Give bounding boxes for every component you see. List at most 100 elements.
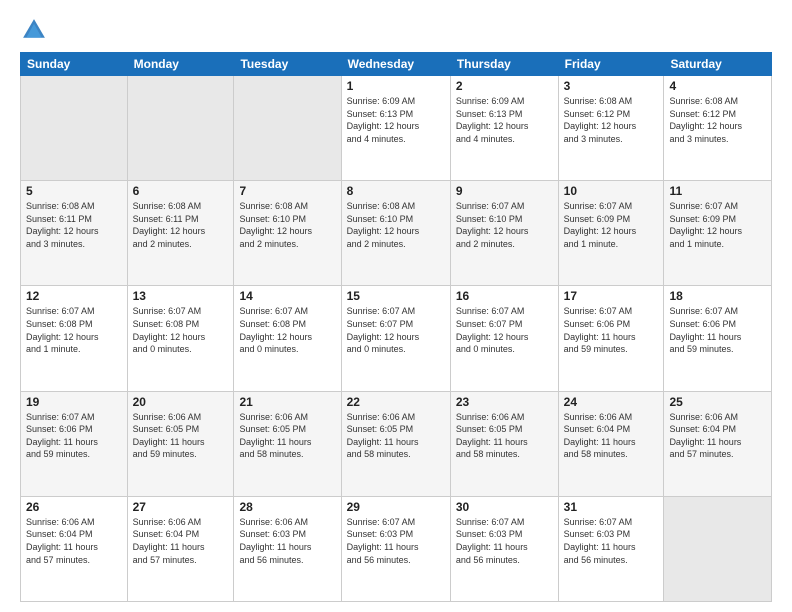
day-info: Sunrise: 6:07 AM Sunset: 6:08 PM Dayligh…	[26, 305, 122, 355]
calendar-cell: 3 Sunrise: 6:08 AM Sunset: 6:12 PM Daylig…	[558, 76, 664, 181]
calendar-cell: 26 Sunrise: 6:06 AM Sunset: 6:04 PM Dayli…	[21, 496, 128, 601]
weekday-header-sunday: Sunday	[21, 53, 128, 76]
day-number: 1	[347, 79, 445, 93]
day-number: 2	[456, 79, 553, 93]
day-info: Sunrise: 6:07 AM Sunset: 6:03 PM Dayligh…	[564, 516, 659, 566]
day-info: Sunrise: 6:08 AM Sunset: 6:11 PM Dayligh…	[26, 200, 122, 250]
weekday-header-tuesday: Tuesday	[234, 53, 341, 76]
day-info: Sunrise: 6:08 AM Sunset: 6:10 PM Dayligh…	[347, 200, 445, 250]
week-row-3: 12 Sunrise: 6:07 AM Sunset: 6:08 PM Dayli…	[21, 286, 772, 391]
day-number: 23	[456, 395, 553, 409]
calendar-cell: 17 Sunrise: 6:07 AM Sunset: 6:06 PM Dayli…	[558, 286, 664, 391]
day-number: 4	[669, 79, 766, 93]
calendar-cell: 13 Sunrise: 6:07 AM Sunset: 6:08 PM Dayli…	[127, 286, 234, 391]
day-number: 3	[564, 79, 659, 93]
logo	[20, 16, 52, 44]
day-info: Sunrise: 6:07 AM Sunset: 6:07 PM Dayligh…	[347, 305, 445, 355]
day-info: Sunrise: 6:07 AM Sunset: 6:03 PM Dayligh…	[456, 516, 553, 566]
day-number: 10	[564, 184, 659, 198]
calendar-cell: 24 Sunrise: 6:06 AM Sunset: 6:04 PM Dayli…	[558, 391, 664, 496]
day-info: Sunrise: 6:07 AM Sunset: 6:06 PM Dayligh…	[564, 305, 659, 355]
day-number: 26	[26, 500, 122, 514]
week-row-1: 1 Sunrise: 6:09 AM Sunset: 6:13 PM Daylig…	[21, 76, 772, 181]
calendar: SundayMondayTuesdayWednesdayThursdayFrid…	[20, 52, 772, 602]
calendar-cell: 25 Sunrise: 6:06 AM Sunset: 6:04 PM Dayli…	[664, 391, 772, 496]
day-info: Sunrise: 6:07 AM Sunset: 6:03 PM Dayligh…	[347, 516, 445, 566]
day-info: Sunrise: 6:08 AM Sunset: 6:12 PM Dayligh…	[564, 95, 659, 145]
calendar-cell: 10 Sunrise: 6:07 AM Sunset: 6:09 PM Dayli…	[558, 181, 664, 286]
calendar-cell: 12 Sunrise: 6:07 AM Sunset: 6:08 PM Dayli…	[21, 286, 128, 391]
calendar-cell: 22Sunrise: 6:06 AM Sunset: 6:05 PM Dayli…	[341, 391, 450, 496]
day-info: Sunrise: 6:07 AM Sunset: 6:06 PM Dayligh…	[26, 411, 122, 461]
calendar-cell	[21, 76, 128, 181]
calendar-cell: 4Sunrise: 6:08 AM Sunset: 6:12 PM Daylig…	[664, 76, 772, 181]
calendar-cell: 19 Sunrise: 6:07 AM Sunset: 6:06 PM Dayli…	[21, 391, 128, 496]
calendar-cell: 11Sunrise: 6:07 AM Sunset: 6:09 PM Dayli…	[664, 181, 772, 286]
day-info: Sunrise: 6:09 AM Sunset: 6:13 PM Dayligh…	[347, 95, 445, 145]
day-number: 28	[239, 500, 335, 514]
weekday-header-saturday: Saturday	[664, 53, 772, 76]
page: SundayMondayTuesdayWednesdayThursdayFrid…	[0, 0, 792, 612]
calendar-cell: 6Sunrise: 6:08 AM Sunset: 6:11 PM Daylig…	[127, 181, 234, 286]
day-info: Sunrise: 6:07 AM Sunset: 6:07 PM Dayligh…	[456, 305, 553, 355]
day-info: Sunrise: 6:06 AM Sunset: 6:03 PM Dayligh…	[239, 516, 335, 566]
day-number: 6	[133, 184, 229, 198]
day-number: 9	[456, 184, 553, 198]
day-number: 15	[347, 289, 445, 303]
day-number: 17	[564, 289, 659, 303]
day-number: 5	[26, 184, 122, 198]
calendar-cell: 31 Sunrise: 6:07 AM Sunset: 6:03 PM Dayli…	[558, 496, 664, 601]
day-info: Sunrise: 6:06 AM Sunset: 6:04 PM Dayligh…	[564, 411, 659, 461]
weekday-header-row: SundayMondayTuesdayWednesdayThursdayFrid…	[21, 53, 772, 76]
day-number: 16	[456, 289, 553, 303]
day-number: 31	[564, 500, 659, 514]
weekday-header-wednesday: Wednesday	[341, 53, 450, 76]
day-info: Sunrise: 6:06 AM Sunset: 6:04 PM Dayligh…	[26, 516, 122, 566]
calendar-cell: 2Sunrise: 6:09 AM Sunset: 6:13 PM Daylig…	[450, 76, 558, 181]
day-info: Sunrise: 6:08 AM Sunset: 6:10 PM Dayligh…	[239, 200, 335, 250]
calendar-cell	[664, 496, 772, 601]
weekday-header-monday: Monday	[127, 53, 234, 76]
day-number: 30	[456, 500, 553, 514]
calendar-cell: 21 Sunrise: 6:06 AM Sunset: 6:05 PM Dayli…	[234, 391, 341, 496]
day-info: Sunrise: 6:07 AM Sunset: 6:08 PM Dayligh…	[239, 305, 335, 355]
calendar-cell: 30 Sunrise: 6:07 AM Sunset: 6:03 PM Dayli…	[450, 496, 558, 601]
calendar-cell: 29 Sunrise: 6:07 AM Sunset: 6:03 PM Dayli…	[341, 496, 450, 601]
day-info: Sunrise: 6:07 AM Sunset: 6:06 PM Dayligh…	[669, 305, 766, 355]
day-number: 7	[239, 184, 335, 198]
calendar-cell: 27Sunrise: 6:06 AM Sunset: 6:04 PM Dayli…	[127, 496, 234, 601]
calendar-cell: 14 Sunrise: 6:07 AM Sunset: 6:08 PM Dayli…	[234, 286, 341, 391]
day-info: Sunrise: 6:06 AM Sunset: 6:04 PM Dayligh…	[669, 411, 766, 461]
weekday-header-thursday: Thursday	[450, 53, 558, 76]
day-info: Sunrise: 6:07 AM Sunset: 6:09 PM Dayligh…	[564, 200, 659, 250]
day-number: 22	[347, 395, 445, 409]
calendar-cell: 15 Sunrise: 6:07 AM Sunset: 6:07 PM Dayli…	[341, 286, 450, 391]
day-number: 27	[133, 500, 229, 514]
day-info: Sunrise: 6:06 AM Sunset: 6:05 PM Dayligh…	[456, 411, 553, 461]
calendar-cell: 28 Sunrise: 6:06 AM Sunset: 6:03 PM Dayli…	[234, 496, 341, 601]
calendar-cell: 18 Sunrise: 6:07 AM Sunset: 6:06 PM Dayli…	[664, 286, 772, 391]
day-number: 29	[347, 500, 445, 514]
day-info: Sunrise: 6:06 AM Sunset: 6:05 PM Dayligh…	[133, 411, 229, 461]
calendar-cell: 8 Sunrise: 6:08 AM Sunset: 6:10 PM Daylig…	[341, 181, 450, 286]
day-number: 25	[669, 395, 766, 409]
calendar-cell: 5 Sunrise: 6:08 AM Sunset: 6:11 PM Daylig…	[21, 181, 128, 286]
week-row-4: 19 Sunrise: 6:07 AM Sunset: 6:06 PM Dayli…	[21, 391, 772, 496]
calendar-cell: 23 Sunrise: 6:06 AM Sunset: 6:05 PM Dayli…	[450, 391, 558, 496]
logo-icon	[20, 16, 48, 44]
day-number: 21	[239, 395, 335, 409]
day-number: 14	[239, 289, 335, 303]
calendar-cell: 20 Sunrise: 6:06 AM Sunset: 6:05 PM Dayli…	[127, 391, 234, 496]
day-number: 8	[347, 184, 445, 198]
day-number: 13	[133, 289, 229, 303]
day-number: 19	[26, 395, 122, 409]
day-number: 20	[133, 395, 229, 409]
calendar-cell: 1 Sunrise: 6:09 AM Sunset: 6:13 PM Daylig…	[341, 76, 450, 181]
day-info: Sunrise: 6:06 AM Sunset: 6:05 PM Dayligh…	[239, 411, 335, 461]
day-info: Sunrise: 6:07 AM Sunset: 6:09 PM Dayligh…	[669, 200, 766, 250]
day-number: 24	[564, 395, 659, 409]
day-number: 12	[26, 289, 122, 303]
calendar-cell: 9Sunrise: 6:07 AM Sunset: 6:10 PM Daylig…	[450, 181, 558, 286]
day-info: Sunrise: 6:07 AM Sunset: 6:08 PM Dayligh…	[133, 305, 229, 355]
day-number: 18	[669, 289, 766, 303]
